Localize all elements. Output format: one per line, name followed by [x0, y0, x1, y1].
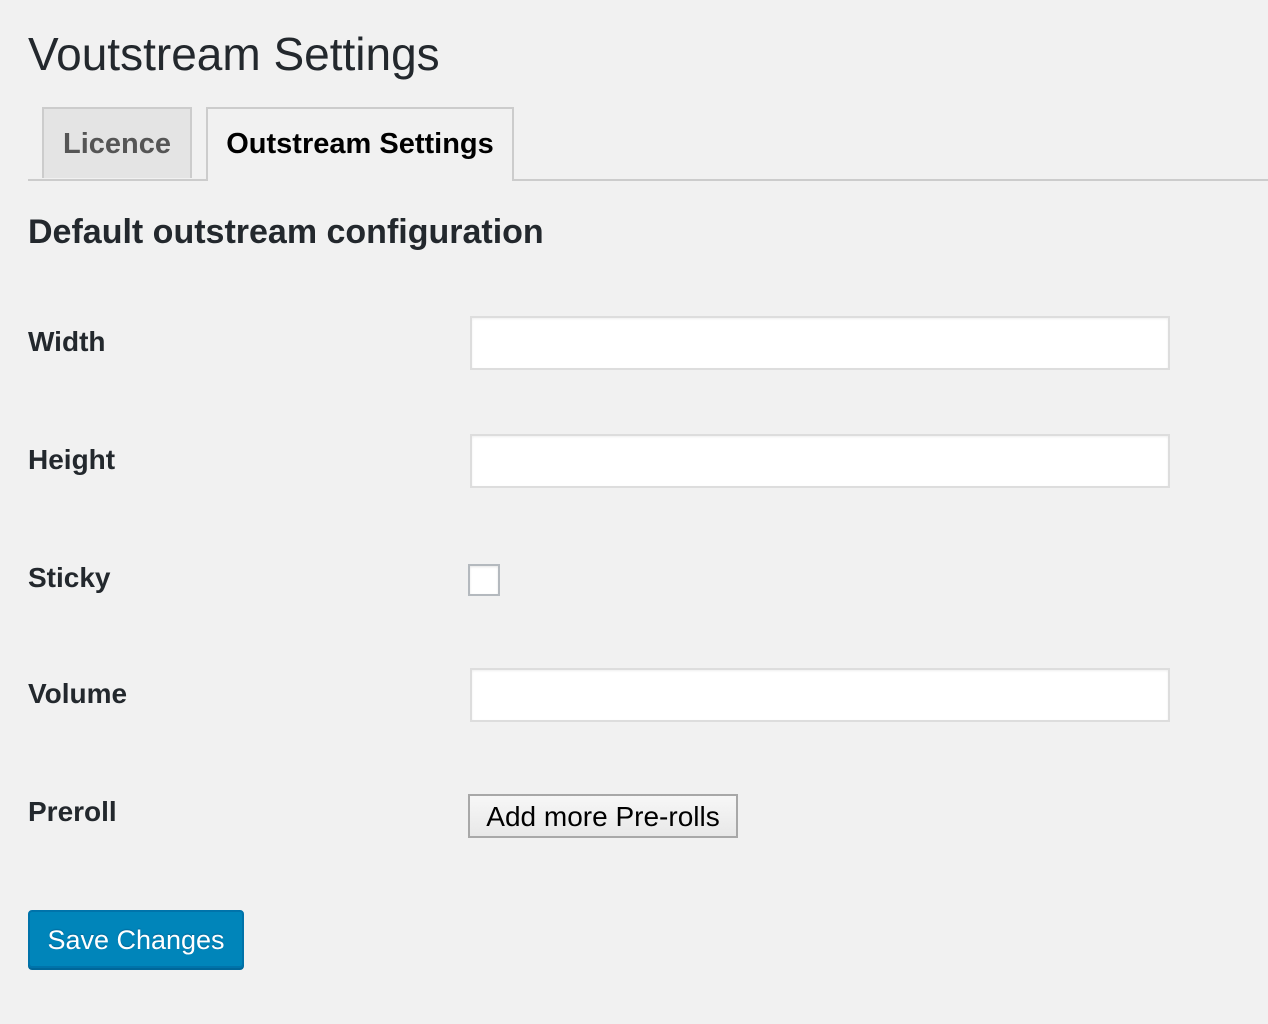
width-label: Width — [28, 326, 106, 357]
save-changes-button[interactable]: Save Changes — [28, 910, 244, 968]
volume-field[interactable] — [470, 668, 1170, 722]
height-field[interactable] — [470, 434, 1170, 488]
sticky-label: Sticky — [28, 562, 111, 593]
tab-outstream-settings[interactable]: Outstream Settings — [206, 107, 514, 181]
section-title: Default outstream configuration — [28, 213, 544, 251]
tab-licence[interactable]: Licence — [42, 107, 192, 178]
tab-bar: Licence Outstream Settings — [28, 107, 1268, 181]
volume-label: Volume — [28, 678, 128, 709]
width-field[interactable] — [470, 316, 1170, 370]
sticky-checkbox[interactable] — [468, 564, 500, 596]
page-title: Voutstream Settings — [28, 28, 440, 80]
add-pre-rolls-button[interactable]: Add more Pre-rolls — [468, 794, 738, 838]
height-label: Height — [28, 444, 116, 475]
preroll-label: Preroll — [28, 796, 117, 827]
